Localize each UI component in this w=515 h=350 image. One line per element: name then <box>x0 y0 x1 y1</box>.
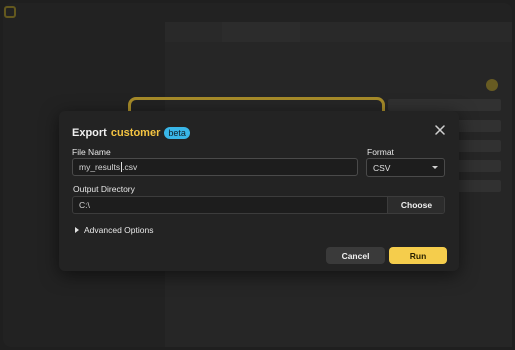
beta-badge: beta <box>164 127 190 139</box>
choose-button[interactable]: Choose <box>387 197 444 213</box>
dialog-title: Export customer beta <box>72 125 190 141</box>
advanced-options-label: Advanced Options <box>84 225 154 235</box>
format-select[interactable]: CSV <box>366 158 445 177</box>
output-directory-group: C:\ Choose <box>72 196 445 214</box>
chevron-down-icon <box>432 166 438 169</box>
dialog-title-entity: customer <box>110 127 161 139</box>
chevron-right-icon <box>75 227 79 233</box>
output-directory-label: Output Directory <box>73 184 135 194</box>
format-label: Format <box>367 147 394 157</box>
file-name-value: my_results <box>79 162 121 172</box>
output-directory-input[interactable]: C:\ <box>73 197 393 213</box>
close-icon[interactable] <box>434 123 446 135</box>
dialog-title-prefix: Export <box>72 127 107 139</box>
file-name-input[interactable]: my_results .csv <box>72 158 358 176</box>
cancel-button[interactable]: Cancel <box>326 247 385 264</box>
file-name-label: File Name <box>72 147 111 157</box>
export-dialog: Export customer beta File Name my_result… <box>59 111 459 271</box>
advanced-options-toggle[interactable]: Advanced Options <box>75 224 153 236</box>
file-name-extension: .csv <box>122 162 138 172</box>
format-selected-value: CSV <box>373 162 391 173</box>
run-button[interactable]: Run <box>389 247 447 264</box>
